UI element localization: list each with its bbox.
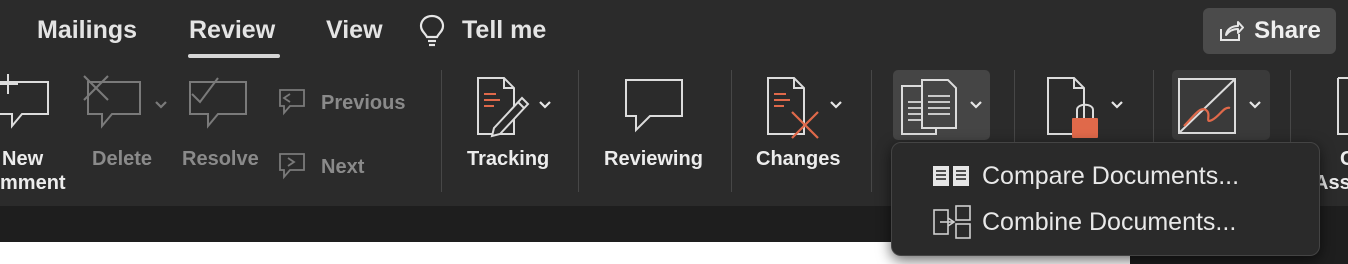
resolve-comment-icon[interactable] — [186, 74, 252, 132]
tell-me-search[interactable]: Tell me — [462, 16, 546, 45]
new-comment-label-line2: mment — [0, 172, 66, 194]
ink-icon[interactable] — [1176, 76, 1240, 136]
menu-item-combine-documents[interactable]: Combine Documents... — [892, 199, 1319, 245]
compare-documents-label: Compare Documents... — [982, 161, 1240, 190]
tracking-label[interactable]: Tracking — [467, 148, 549, 171]
delete-comment-icon[interactable] — [82, 74, 146, 132]
share-label: Share — [1254, 17, 1321, 44]
compare-dropdown-menu: Compare Documents... Combine Documents..… — [891, 142, 1320, 256]
changes-chevron-down-icon[interactable] — [829, 100, 843, 110]
protect-document-icon[interactable] — [1044, 76, 1106, 140]
ribbon-separator — [578, 70, 579, 192]
compare-chevron-down-icon[interactable] — [969, 100, 983, 110]
ribbon-separator — [441, 70, 442, 192]
new-comment-label-line1: New — [2, 148, 44, 170]
compare-icon[interactable] — [898, 78, 960, 138]
tab-view[interactable]: View — [326, 16, 383, 45]
changes-icon[interactable] — [764, 76, 826, 140]
ribbon-separator — [731, 70, 732, 192]
share-icon — [1220, 21, 1245, 41]
lightbulb-icon[interactable] — [418, 13, 446, 49]
compare-documents-icon — [933, 166, 969, 186]
selected-tab-indicator — [188, 54, 280, 58]
next-label[interactable]: Next — [321, 156, 364, 179]
tracking-icon[interactable] — [474, 76, 536, 140]
reviewing-label[interactable]: Reviewing — [604, 148, 703, 171]
tab-review[interactable]: Review — [189, 16, 275, 45]
combine-documents-label: Combine Documents... — [982, 207, 1237, 236]
resolve-label: Resolve — [182, 148, 259, 170]
previous-comment-icon[interactable] — [276, 86, 308, 116]
next-comment-icon[interactable] — [276, 150, 308, 180]
accessibility-icon[interactable] — [1334, 76, 1348, 140]
ribbon-separator — [871, 70, 872, 192]
delete-label: Delete — [92, 148, 153, 170]
combine-documents-icon — [933, 205, 971, 239]
share-button[interactable]: Share — [1203, 8, 1336, 54]
tab-mailings[interactable]: Mailings — [37, 16, 137, 45]
delete-chevron-down-icon[interactable] — [154, 100, 168, 110]
ink-chevron-down-icon[interactable] — [1248, 100, 1262, 110]
tracking-chevron-down-icon[interactable] — [538, 100, 552, 110]
changes-label[interactable]: Changes — [756, 148, 840, 171]
accessibility-label-line1: C — [1340, 148, 1348, 170]
menu-item-compare-documents[interactable]: Compare Documents... — [892, 153, 1319, 199]
new-comment-icon[interactable] — [0, 74, 52, 130]
reviewing-pane-icon[interactable] — [622, 76, 686, 134]
previous-label[interactable]: Previous — [321, 92, 405, 115]
protect-chevron-down-icon[interactable] — [1110, 100, 1124, 110]
